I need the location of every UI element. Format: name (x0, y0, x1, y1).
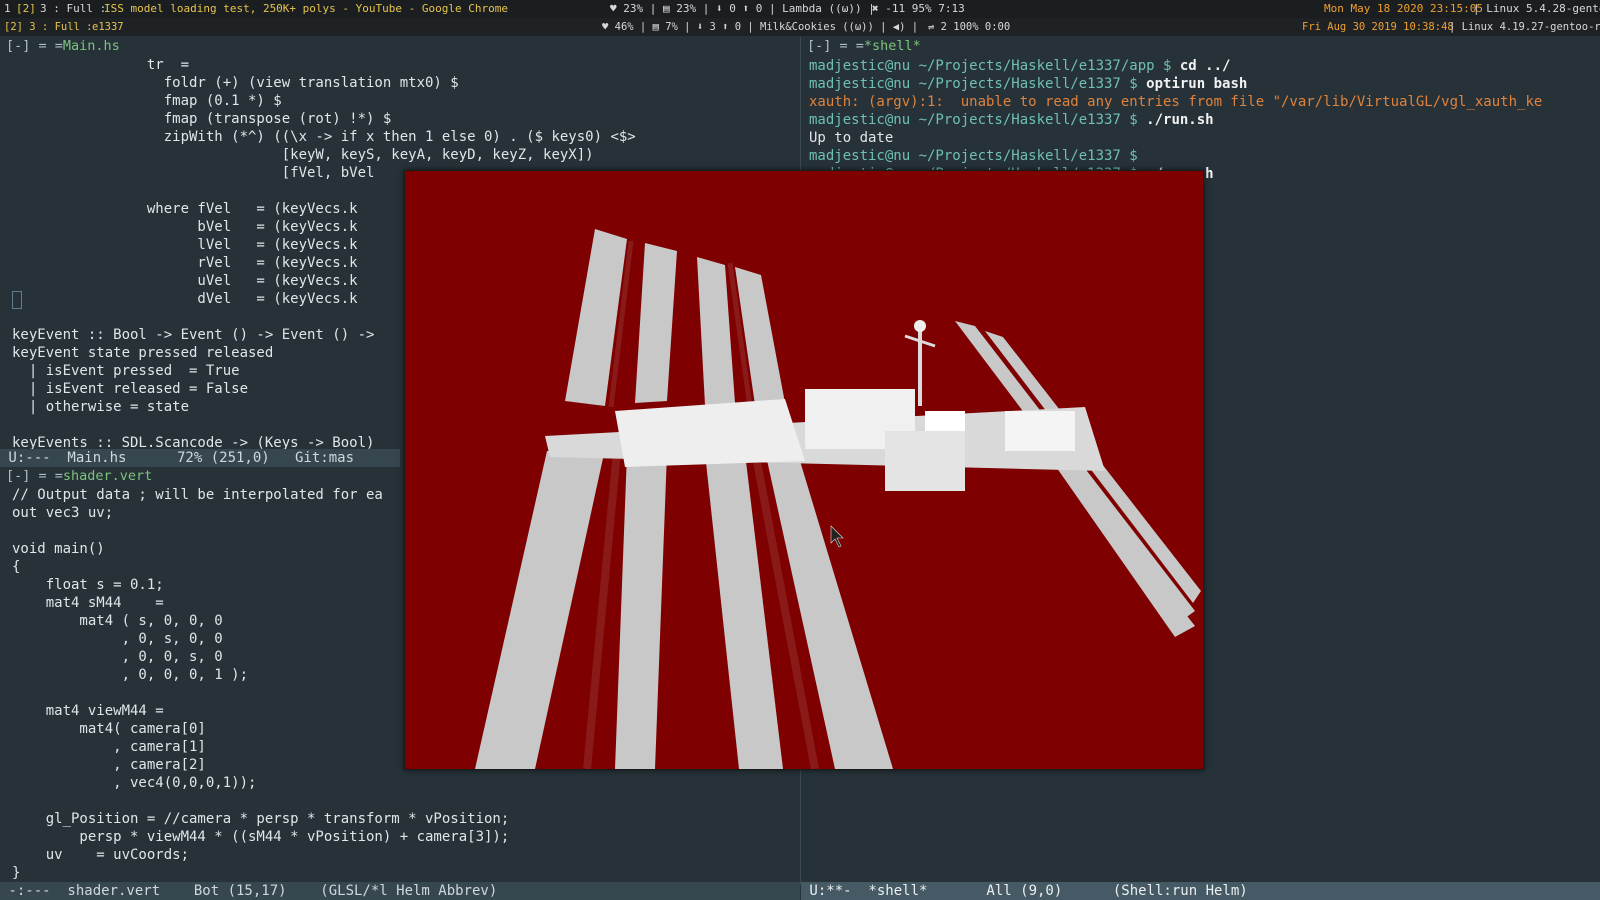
inner-system-status: ♥ 46% | ▤ 7% | ⬇ 3 ⬆ 0 | Milk&Cookies ((… (602, 21, 919, 33)
shell-line: Up to date (809, 129, 1542, 147)
modeline-shell: U:**- *shell* All (9,0) (Shell:run Helm) (801, 882, 1600, 900)
volume-battery: ✖ -11 95% 7:13 (872, 2, 965, 15)
pane-title: [-] = =*shell* (807, 38, 921, 54)
code-line: fmap (0.1 *) $ (12, 93, 282, 109)
window-title: ISS model loading test, 250K+ polys - Yo… (104, 2, 508, 15)
shell-prompt: madjestic@nu ~/Projects/Haskell/e1337 $ (809, 148, 1147, 164)
iss-model-render (405, 171, 1203, 769)
shell-line: xauth: (argv):1: unable to read any entr… (809, 93, 1542, 111)
code-line: foldr (+) (view translation mtx0) $ (12, 75, 459, 91)
shell-text: xauth: (argv):1: unable to read any entr… (809, 94, 1543, 110)
shell-line: madjestic@nu ~/Projects/Haskell/e1337/ap… (809, 57, 1542, 75)
inner-workspace[interactable]: [2] 3 : Full : (4, 18, 93, 36)
code-line: tr = (12, 57, 190, 73)
shell-line: madjestic@nu ~/Projects/Haskell/e1337 $ (809, 147, 1542, 165)
code-line: fmap (transpose (rot) !*) $ (12, 111, 392, 127)
layout-label: 3 : Full : (40, 2, 107, 15)
clock: Mon May 18 2020 23:15:05 (1324, 2, 1483, 15)
system-status: ♥ 23% | ▤ 23% | ⬇ 0 ⬆ 0 | Lambda ((ω)) | (610, 2, 875, 15)
fringe-marker (12, 291, 22, 309)
inner-kernel: | Linux 4.19.27-gentoo-r (1449, 21, 1600, 33)
shell-text: cd ../ (1179, 58, 1231, 74)
workspace-number[interactable]: 1 (4, 0, 11, 18)
inner-clock: Fri Aug 30 2019 10:38:48 (1302, 21, 1454, 33)
shell-text: Up to date (809, 130, 894, 146)
code-line: persp * viewM44 * ((sM44 * vPosition) + … (12, 829, 510, 845)
shell-text: ./run.sh (1146, 112, 1214, 128)
shell-output[interactable]: madjestic@nu ~/Projects/Haskell/e1337/ap… (809, 57, 1542, 183)
shell-text: optirun bash (1146, 76, 1248, 92)
workspace-selected[interactable]: [2] (16, 0, 36, 18)
status-bar: 1 [2] 3 : Full : ISS model loading test,… (0, 0, 1600, 18)
shell-line: madjestic@nu ~/Projects/Haskell/e1337 $ … (809, 75, 1542, 93)
pane-title: [-] = =Main.hs (6, 38, 120, 54)
kernel-version: | Linux 5.4.28-gentoo (1473, 2, 1600, 15)
code-line: uv = uvCoords; (12, 847, 190, 863)
modeline-main-hs: U:--- Main.hs 72% (251,0) Git:mas (0, 449, 400, 467)
render-window[interactable] (404, 170, 1204, 770)
code-line: , vec4(0,0,0,1)); (12, 775, 257, 791)
code-line: gl_Position = //camera * persp * transfo… (12, 811, 510, 827)
code-line: zipWith (*^) ((\x -> if x then 1 else 0)… (12, 129, 636, 145)
code-line: [keyW, keyS, keyA, keyD, keyZ, keyX]) (12, 147, 594, 163)
inner-window-title: e1337 (92, 21, 124, 33)
shell-prompt: madjestic@nu ~/Projects/Haskell/e1337 $ (809, 76, 1147, 92)
inner-status-bar: [2] 3 : Full : e1337 ♥ 46% | ▤ 7% | ⬇ 3 … (0, 18, 1600, 36)
inner-battery: ⇌ 2 100% 0:00 (928, 21, 1011, 33)
shell-prompt: madjestic@nu ~/Projects/Haskell/e1337 $ (809, 112, 1147, 128)
shell-prompt: madjestic@nu ~/Projects/Haskell/e1337/ap… (809, 58, 1180, 74)
modeline-shader-vert: -:--- shader.vert Bot (15,17) (GLSL/*l H… (0, 882, 800, 900)
shell-line: madjestic@nu ~/Projects/Haskell/e1337 $ … (809, 111, 1542, 129)
code-line: } (12, 865, 21, 881)
